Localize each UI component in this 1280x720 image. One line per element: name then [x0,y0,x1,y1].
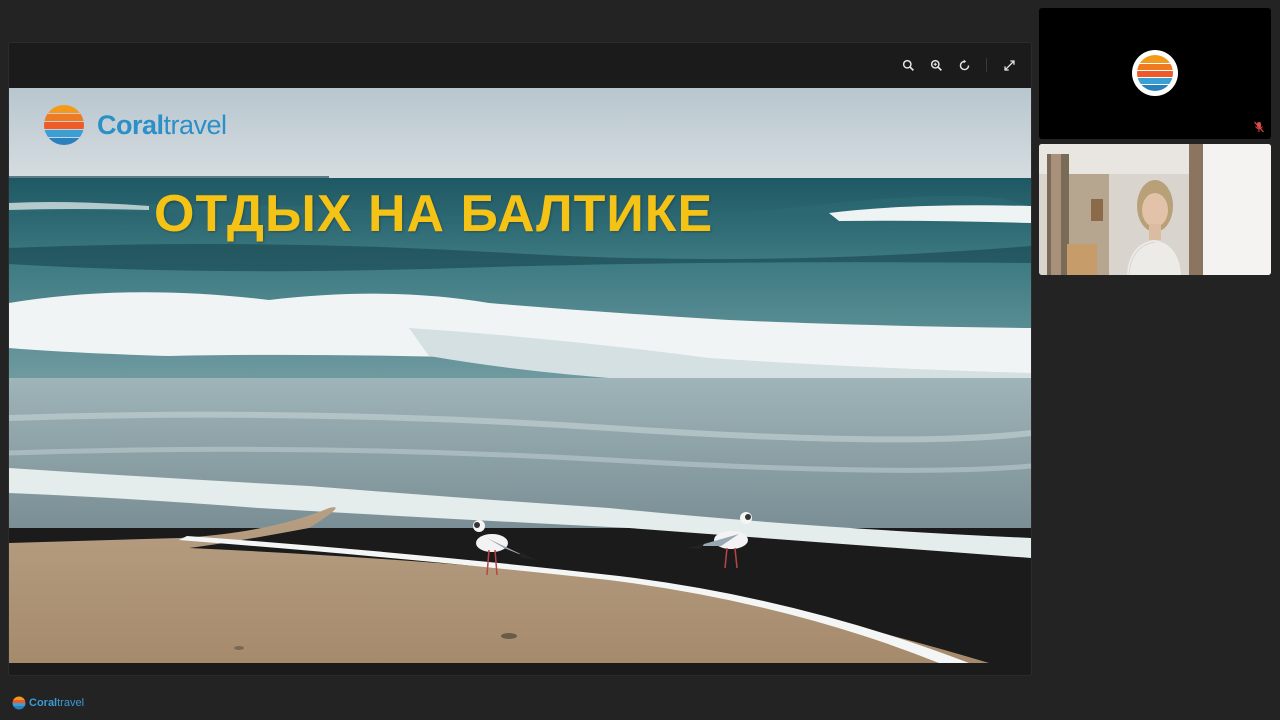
coral-logo-icon [44,105,84,145]
footer-brand-logo: Coraltravel [12,696,84,710]
coral-travel-wordmark: Coraltravel [97,109,227,140]
screen-share-toolbar [9,43,1031,87]
presentation-slide: Coraltravel ОТДЫХ НА БАЛТИКЕ [9,88,1031,663]
meeting-window: Coraltravel ОТДЫХ НА БАЛТИКЕ Coraltravel [0,0,1280,720]
slide-title: ОТДЫХ НА БАЛТИКЕ [154,185,714,243]
screen-share-panel: Coraltravel ОТДЫХ НА БАЛТИКЕ [8,42,1032,676]
expand-icon [1003,59,1015,71]
beach-photo [9,88,1031,663]
coral-logo-icon [12,696,26,710]
coral-logo-icon [1137,55,1173,91]
avatar [1132,50,1178,96]
participant-tile[interactable] [1039,8,1271,139]
toolbar-divider [986,58,987,72]
participant-video-tile[interactable] [1039,144,1271,275]
zoom-out-icon [902,59,914,71]
zoom-in-icon [930,59,942,71]
coral-travel-logo: Coraltravel [39,104,227,146]
zoom-out-button[interactable] [896,53,920,77]
mic-off-icon [1254,121,1264,133]
participant-video [1039,144,1271,275]
zoom-in-button[interactable] [924,53,948,77]
footer-wordmark: Coraltravel [29,697,85,709]
reset-view-button[interactable] [952,53,976,77]
fullscreen-button[interactable] [997,53,1021,77]
refresh-icon [959,59,969,70]
